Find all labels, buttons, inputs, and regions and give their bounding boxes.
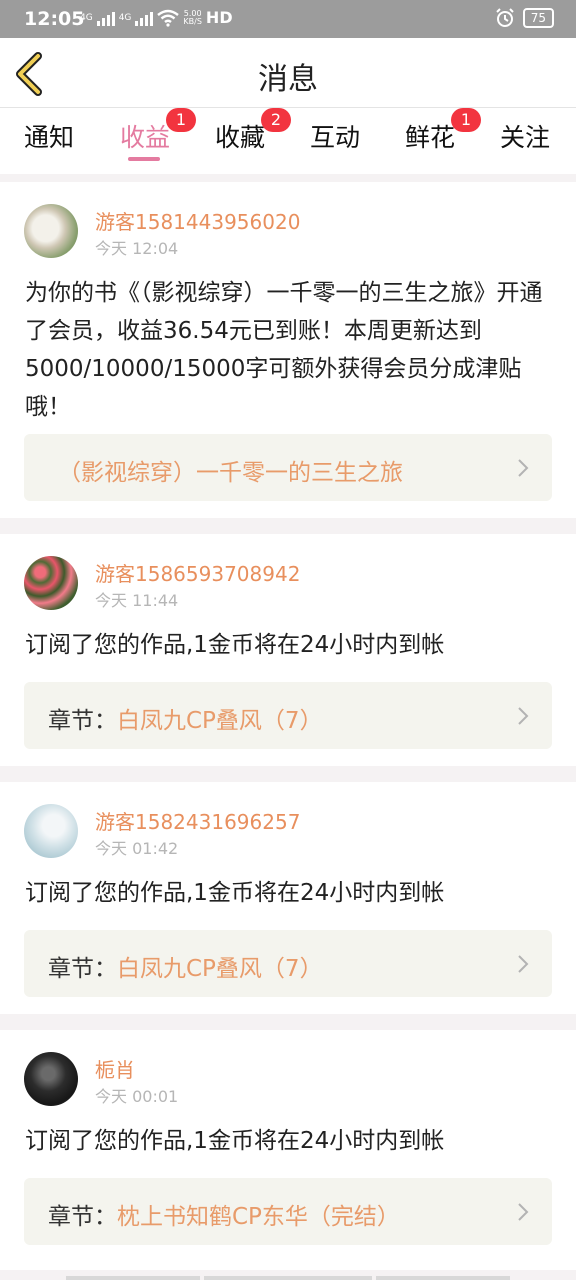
unread-badge: 1 (451, 108, 482, 132)
chevron-right-icon (518, 1203, 529, 1221)
chapter-label: 章节： (48, 956, 117, 982)
chapter-link-text: 章节：白凤九CP叠风（7） (48, 701, 323, 735)
network-4g-label: 4G (80, 12, 93, 23)
tab-favorites[interactable]: 收藏 2 (215, 108, 292, 154)
active-tab-indicator (128, 157, 160, 161)
tab-label: 关注 (500, 123, 551, 152)
message-text: 订阅了您的作品,1金币将在24小时内到帐 (25, 1128, 445, 1154)
chapter-title: 枕上书知鹤CP东华（完结） (117, 1204, 400, 1230)
chapter-title: 白凤九CP叠风（7） (117, 956, 323, 982)
signal-icon (96, 10, 115, 26)
tab-notifications[interactable]: 通知 (24, 118, 74, 154)
chapter-link[interactable]: 章节：枕上书知鹤CP东华（完结） (24, 1178, 552, 1245)
chevron-right-icon (518, 955, 529, 973)
tab-interactions[interactable]: 互动 (310, 118, 360, 154)
message-text: 订阅了您的作品,1金币将在24小时内到帐 (25, 880, 445, 906)
unread-badge: 2 (261, 108, 292, 132)
sender-name[interactable]: 游客1586593708942 (95, 558, 300, 587)
message-card: 游客1582431696257 今天 01:42 订阅了您的作品,1金币将在24… (0, 782, 576, 1014)
tab-label: 通知 (24, 123, 75, 152)
avatar[interactable] (24, 1052, 78, 1106)
network-indicators: 4G 4G 5.00 KB/S HD (80, 8, 233, 27)
chapter-label: 章节： (48, 708, 117, 734)
message-time: 今天 12:04 (95, 239, 179, 258)
message-time: 今天 11:44 (95, 591, 179, 610)
alarm-icon (496, 8, 514, 27)
book-title: （影视综穿）一千零一的三生之旅 (58, 460, 403, 486)
sender-name[interactable]: 栀肖 (95, 1054, 135, 1083)
avatar[interactable] (24, 556, 78, 610)
message-text: 订阅了您的作品,1金币将在24小时内到帐 (25, 632, 445, 658)
avatar[interactable] (24, 804, 78, 858)
network-speed: 5.00 KB/S (183, 9, 202, 26)
chapter-link-text: 章节：枕上书知鹤CP东华（完结） (48, 1197, 400, 1231)
status-right: 75 (495, 8, 554, 28)
message-card: 栀肖 今天 00:01 订阅了您的作品,1金币将在24小时内到帐 章节：枕上书知… (0, 1030, 576, 1270)
header: 消息 (0, 38, 576, 108)
chapter-label: 章节： (48, 1204, 117, 1230)
status-time: 12:05 (24, 8, 85, 30)
chapter-link[interactable]: 章节：白凤九CP叠风（7） (24, 930, 552, 997)
speed-unit: KB/S (183, 16, 202, 26)
hd-label: HD (205, 8, 233, 27)
message-time: 今天 01:42 (95, 839, 179, 858)
tab-label: 鲜花 (405, 123, 456, 152)
chevron-right-icon (518, 459, 529, 477)
sender-name[interactable]: 游客1581443956020 (95, 206, 300, 235)
tab-bar: 通知 收益 1 收藏 2 互动 鲜花 1 关注 (0, 108, 576, 174)
wifi-icon (157, 9, 180, 27)
book-link[interactable]: （影视综穿）一千零一的三生之旅 (24, 434, 552, 501)
tab-following[interactable]: 关注 (500, 118, 550, 154)
chapter-title: 白凤九CP叠风（7） (117, 708, 323, 734)
tab-earnings[interactable]: 收益 1 (120, 108, 197, 154)
tab-label: 收藏 (215, 123, 266, 152)
unread-badge: 1 (166, 108, 197, 132)
page-title: 消息 (258, 62, 318, 97)
chapter-link[interactable]: 章节：白凤九CP叠风（7） (24, 682, 552, 749)
tab-flowers[interactable]: 鲜花 1 (405, 108, 482, 154)
battery-indicator: 75 (522, 8, 554, 28)
message-card: 游客1581443956020 今天 12:04 为你的书《（影视综穿）一千零一… (0, 182, 576, 518)
message-text: 为你的书《（影视综穿）一千零一的三生之旅》开通了会员，收益36.54元已到账！本… (25, 280, 543, 420)
chevron-right-icon (518, 707, 529, 725)
tab-label: 收益 (120, 123, 171, 152)
network-4g-label-2: 4G (118, 12, 132, 23)
status-bar: 12:05 4G 4G 5.00 KB/S HD 75 (0, 0, 576, 38)
message-card: 游客1586593708942 今天 11:44 订阅了您的作品,1金币将在24… (0, 534, 576, 766)
chapter-link-text: 章节：白凤九CP叠风（7） (48, 949, 323, 983)
message-time: 今天 00:01 (95, 1087, 179, 1106)
sender-name[interactable]: 游客1582431696257 (95, 806, 300, 835)
tab-label: 互动 (310, 123, 361, 152)
bottom-edge (0, 1276, 576, 1280)
signal-icon-2 (135, 10, 154, 26)
avatar[interactable] (24, 204, 78, 258)
